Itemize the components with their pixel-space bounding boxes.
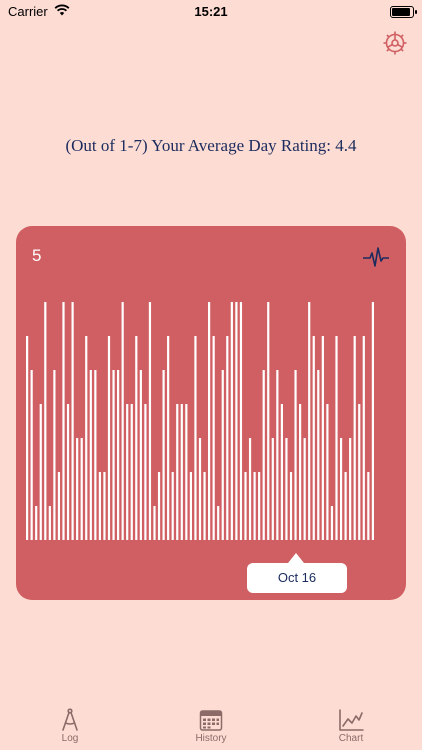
chart-bar [294,370,297,540]
chart-bar [371,302,374,540]
chart-bar [144,404,147,540]
chart-bar [167,336,170,540]
tab-log-label: Log [61,733,79,744]
chart-bar [176,404,179,540]
tab-bar: Log History Chart [0,702,422,750]
chart-bar [148,302,152,540]
chart-bar [103,472,106,540]
chart-bar [85,336,88,540]
chart-bar [335,336,338,540]
chart-bar [180,404,183,540]
chart-bar [221,370,224,540]
chart-bar [203,472,206,540]
chart-bar [317,370,320,540]
chart-bar [267,302,270,540]
chart-bar [367,472,370,540]
status-bar: Carrier 15:21 [0,0,422,24]
chart-bar [239,302,243,540]
chart-bar [253,472,256,540]
gear-icon[interactable] [382,30,408,56]
chart-bar [162,370,165,540]
chart-bar [299,404,302,540]
chart-bar [121,302,124,540]
chart-bar [226,336,229,540]
chart-bar [344,472,347,540]
chart-bar [189,472,192,540]
bars-plot [26,302,374,540]
chart-bar [57,472,61,540]
average-rating-heading: (Out of 1-7) Your Average Day Rating: 4.… [65,136,357,155]
chart-bar [358,404,361,540]
chart-bar [135,336,138,540]
chart-bar [130,404,133,540]
compass-icon [62,708,78,731]
chart-bar [185,404,188,540]
chart-bar [339,438,343,540]
chart-bar [62,302,65,540]
date-tooltip: Oct 16 [247,563,347,593]
tab-log[interactable]: Log [30,702,110,750]
chart-bar [280,404,283,540]
chart-bar [276,370,279,540]
chart-bar [271,438,274,540]
chart-bar [198,438,202,540]
chart-bar [258,472,261,540]
chart-bar [126,404,129,540]
chart-bar [208,302,211,540]
chart-bar [48,506,51,540]
tab-history[interactable]: History [171,702,251,750]
chart-bar [39,404,42,540]
tab-chart-label: Chart [338,733,364,744]
chart-bar [139,370,142,540]
chart-bar [66,404,70,540]
chart-bar [321,336,324,540]
calendar-icon [199,710,223,731]
chart-bar [30,370,33,540]
chart-bar [53,370,56,540]
tab-history-label: History [195,733,227,744]
battery-icon [390,6,417,18]
chart-bar [217,506,220,540]
chart-bar [157,472,161,540]
chart-bar [312,336,315,540]
chart-bar [326,404,329,540]
chart-bar [230,302,233,540]
chart-bar [308,302,311,540]
chart-icon [339,709,364,731]
chart-bar [349,438,352,540]
chart-bar [194,336,197,540]
chart-bar [112,370,115,540]
chart-bar [362,336,365,540]
chart-bar [117,370,120,540]
chart-bar [71,302,74,540]
chart-bar [244,472,247,540]
chart-bar [98,472,101,540]
chart-bar [353,336,356,540]
clock: 15:21 [194,4,228,19]
chart-bar [285,438,288,540]
chart-bar [212,336,215,540]
chart-bar [171,472,174,540]
chart-bar [44,302,47,540]
chart-bar [235,302,238,540]
chart-bar [107,336,111,540]
chart-bar [26,336,29,540]
chart-bar [35,506,38,540]
chart-bar [262,370,265,540]
chart-bar [76,438,79,540]
chart-bar [80,438,83,540]
tooltip-arrow [288,553,304,563]
chart-bar [153,506,156,540]
chart-bar [330,506,334,540]
chart-bar [89,370,92,540]
tab-chart[interactable]: Chart [311,702,391,750]
rating-chart[interactable]: 5 [16,226,406,600]
chart-bar [94,370,97,540]
chart-bar [289,472,293,540]
chart-bar [248,438,252,540]
chart-bar [303,438,306,540]
